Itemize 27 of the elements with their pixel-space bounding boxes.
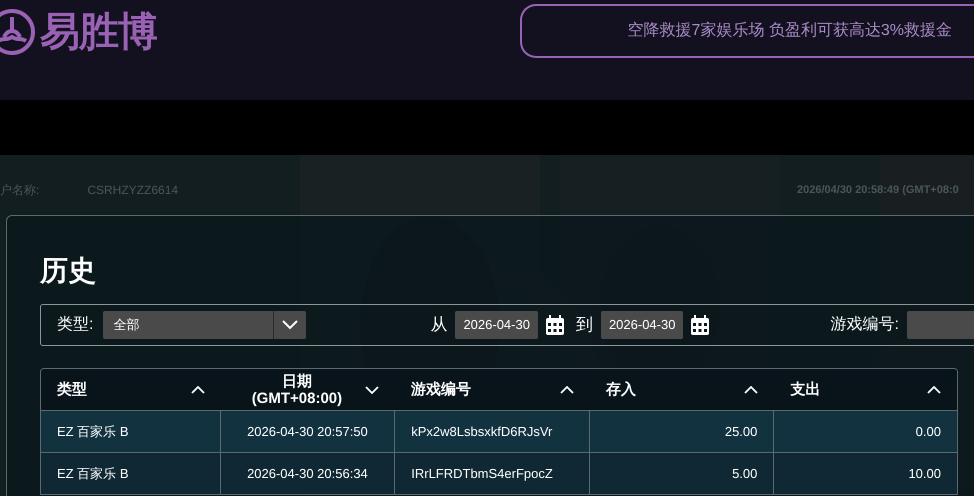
table-cell-text: 10.00 — [907, 464, 942, 483]
marquee-banner: 空降救援7家娱乐场 负盈利可获高达3%救援金 — [520, 4, 974, 58]
filter-label: 从 — [430, 314, 448, 336]
date-field[interactable]: 2026-04-30 — [455, 311, 538, 339]
table-cell: IRrLFRDTbmS4erFpocZ — [395, 453, 590, 494]
type-dropdown[interactable]: 全部 — [103, 311, 306, 339]
table-cell: EZ 百家乐 B — [41, 453, 221, 494]
dialog-title: 历史 — [40, 254, 96, 288]
logo-text: 易胜博 — [40, 9, 157, 56]
table-cell: 5.00 — [590, 453, 774, 494]
table-cell: 2026-04-30 20:56:34 — [220, 453, 396, 494]
chevron-down-icon — [282, 320, 298, 330]
filter-label: 类型: — [57, 314, 94, 335]
filter-label: 游戏编号: — [830, 314, 899, 335]
column-header[interactable]: 日期 (GMT+08:00) — [220, 369, 396, 410]
calendar-icon[interactable] — [546, 315, 564, 335]
column-header[interactable]: 类型 — [41, 369, 221, 410]
calendar-icon[interactable] — [691, 315, 710, 335]
date-field[interactable]: 2026-04-30 — [600, 311, 684, 339]
column-header[interactable]: 支出 — [774, 369, 957, 410]
column-header[interactable]: 存入 — [590, 369, 774, 410]
game-id-field[interactable] — [906, 311, 974, 339]
table-cell-text: 0.00 — [914, 422, 942, 441]
account-label: 户名称: — [0, 182, 40, 199]
filter-label: 到 — [576, 314, 593, 336]
account-value: CSRHZYZZ6614 — [87, 182, 178, 199]
column-header[interactable]: 游戏编号 — [395, 369, 590, 410]
